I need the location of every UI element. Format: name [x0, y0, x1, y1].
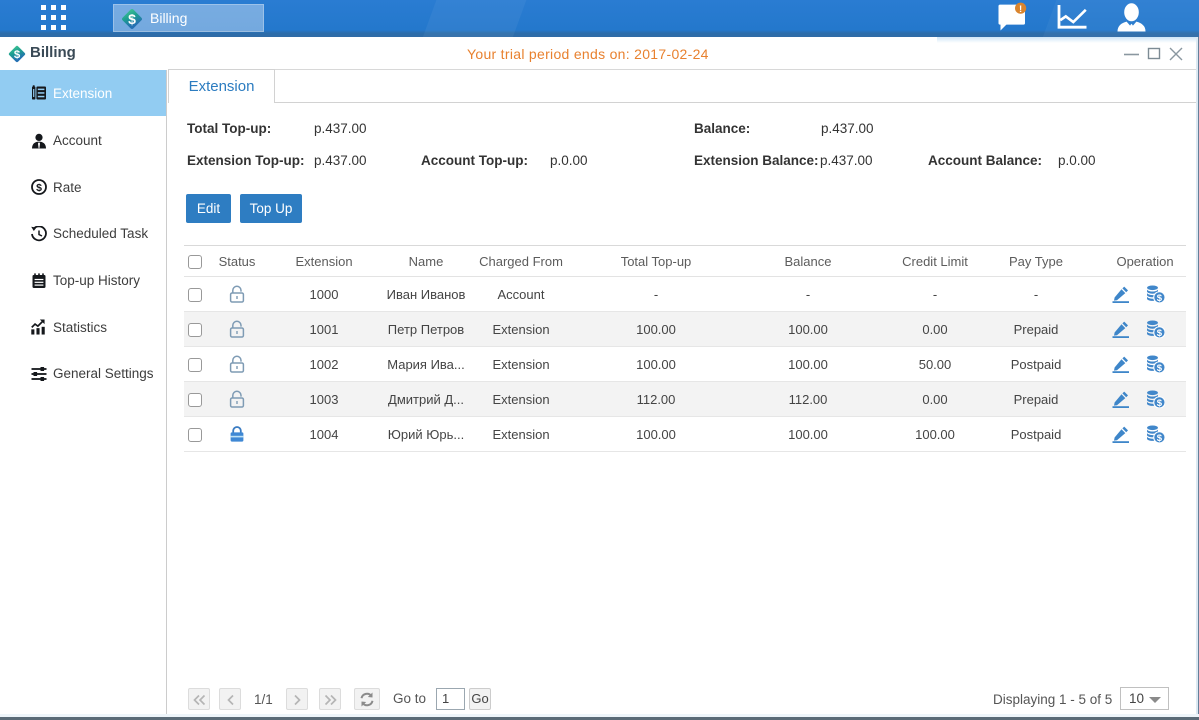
svg-text:$: $ [1156, 293, 1162, 303]
svg-text:$: $ [36, 182, 42, 194]
svg-text:$: $ [128, 11, 136, 27]
svg-text:$: $ [1156, 328, 1162, 338]
svg-text:!: ! [1019, 4, 1022, 15]
svg-text:$: $ [1156, 433, 1162, 443]
svg-text:$: $ [14, 49, 21, 61]
svg-text:$: $ [1156, 363, 1162, 373]
svg-text:$: $ [1156, 398, 1162, 408]
